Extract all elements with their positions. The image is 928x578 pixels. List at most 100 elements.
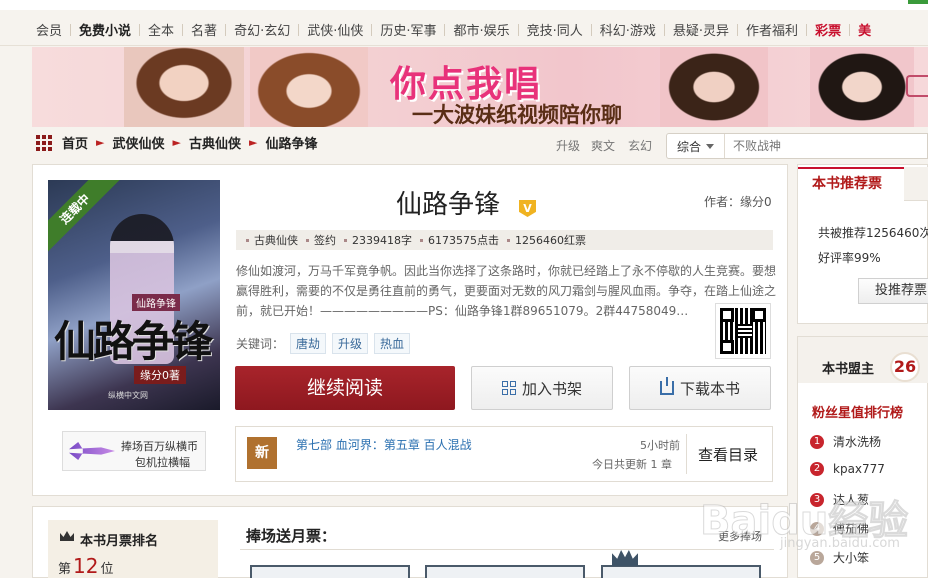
menu-grid-icon[interactable]	[36, 134, 52, 151]
quicklink-shuangwen[interactable]: 爽文	[591, 137, 615, 154]
continue-reading-button[interactable]: 继续阅读	[235, 366, 455, 410]
breadcrumb-subcategory[interactable]: 古典仙侠	[189, 133, 241, 152]
banner-photo-1	[124, 47, 244, 127]
meta-item[interactable]: 古典仙侠	[246, 232, 298, 248]
recommend-rating: 好评率99%	[818, 251, 881, 265]
book-description: 修仙如渡河，万马千军竟争帆。因此当你选择了这条路时，你就已经踏上了永不停歇的人生…	[236, 264, 777, 318]
meta-item: 1256460红票	[507, 232, 586, 248]
download-icon	[659, 377, 674, 395]
chevron-down-icon	[706, 143, 715, 149]
fan-name: kpax777	[833, 462, 885, 476]
nav-item[interactable]: 免费小说	[71, 20, 139, 39]
bookshelf-icon	[501, 381, 516, 395]
keywords-label: 关键词：	[236, 337, 285, 351]
mengzhu-label: 本书盟主	[822, 362, 875, 377]
qr-code	[715, 303, 771, 359]
meta-item: 签约	[306, 232, 336, 248]
promo-line-1: 捧场百万纵横币	[121, 440, 198, 453]
nav-item[interactable]: 全本	[140, 20, 182, 39]
quicklink-xuanhuan[interactable]: 玄幻	[628, 137, 652, 154]
nav-item[interactable]: 悬疑·灵异	[665, 20, 737, 39]
chevron-right-icon: ►	[172, 136, 181, 149]
banner-subline: 一大波妹纸视频陪你聊	[412, 103, 622, 127]
promo-line-2: 包机拉横幅	[135, 456, 190, 469]
quicklink-upgrade[interactable]: 升级	[556, 137, 580, 154]
divider	[686, 434, 687, 474]
fan-name: 大小笨	[833, 551, 870, 565]
latest-chapter-link[interactable]: 第七部 血河界：第五章 百人混战	[296, 436, 472, 453]
support-slot[interactable]	[250, 565, 410, 578]
cover-title: 仙路争锋	[54, 317, 213, 366]
support-title: 捧场送月票：	[246, 527, 337, 545]
fan-row[interactable]: 5 大小笨	[810, 549, 869, 566]
nav-item[interactable]: 都市·娱乐	[445, 20, 517, 39]
search-scope-select[interactable]: 综合	[667, 134, 726, 158]
download-label: 下载本书	[679, 379, 740, 398]
top-accent-bar	[908, 0, 928, 4]
nav-item[interactable]: 彩票	[807, 20, 849, 39]
chevron-right-icon: ►	[96, 136, 105, 149]
banner-edge-icon	[906, 75, 928, 97]
breadcrumb-category[interactable]: 武侠仙侠	[112, 133, 164, 152]
banner-photo-2	[250, 47, 368, 127]
book-meta-bar: 古典仙侠 签约 2339418字 6173575点击 1256460红票	[236, 230, 773, 250]
update-time: 5小时前	[640, 439, 680, 452]
fans-ranking-title: 粉丝星值排行榜	[812, 406, 904, 421]
keywords-row: 关键词： 唐劫 升级 热血	[236, 333, 411, 354]
tab-recommend-votes[interactable]: 本书推荐票	[798, 167, 904, 201]
support-slot[interactable]	[601, 565, 761, 578]
keyword-tag[interactable]: 升级	[332, 333, 369, 354]
nav-item[interactable]: 作者福利	[738, 20, 806, 39]
watermark-url: jingyan.baidu.com	[780, 536, 900, 551]
nav-item[interactable]: 奇幻·玄幻	[226, 20, 298, 39]
monthly-rank-title: 本书月票排名	[80, 534, 159, 549]
cover-publisher: 纵横中文网	[108, 391, 148, 400]
keyword-tag[interactable]: 唐劫	[290, 333, 327, 354]
tab-inactive[interactable]	[904, 167, 928, 201]
rank-number: 1	[810, 434, 824, 449]
breadcrumb: 首页 ► 武侠仙侠 ► 古典仙侠 ► 仙路争锋	[36, 133, 317, 152]
fan-row[interactable]: 2 kpax777	[810, 462, 885, 476]
breadcrumb-home[interactable]: 首页	[62, 133, 88, 152]
rank-number: 5	[810, 550, 824, 565]
divider	[240, 549, 774, 550]
today-update-count: 今日共更新 1 章	[592, 458, 672, 471]
nav-item[interactable]: 竞技·同人	[519, 20, 591, 39]
banner-photo-3	[660, 47, 768, 127]
promo-banner[interactable]: 捧场百万纵横币 包机拉横幅	[62, 431, 206, 471]
monthly-rank: 第 12 位	[58, 554, 114, 578]
banner-photo-4	[810, 47, 914, 127]
keyword-tag[interactable]: 热血	[374, 333, 411, 354]
nav-item[interactable]: 名著	[183, 20, 225, 39]
banner-ad[interactable]: 你点我唱 一大波妹纸视频陪你聊	[32, 47, 928, 127]
breadcrumb-current: 仙路争锋	[265, 137, 318, 152]
nav-item[interactable]: 武侠·仙侠	[299, 20, 371, 39]
search-input[interactable]	[725, 139, 906, 153]
nav-item[interactable]: 科幻·游戏	[592, 20, 664, 39]
search-box: 综合	[666, 133, 928, 159]
vote-recommend-button[interactable]: 投推荐票	[858, 278, 928, 304]
mengzhu-count: 26	[890, 352, 920, 382]
recommend-total: 共被推荐1256460次	[818, 226, 928, 240]
rank-value: 12	[73, 554, 99, 578]
download-book-button[interactable]: 下载本书	[629, 366, 771, 410]
author-link[interactable]: 作者：缘分0	[704, 193, 772, 210]
airplane-icon	[69, 442, 115, 460]
top-nav: 会员 免费小说 全本 名著 奇幻·玄幻 武侠·仙侠 历史·军事 都市·娱乐 竞技·同人 科幻·游戏…	[0, 0, 928, 46]
top-nav-items: 会员 免费小说 全本 名著 奇幻·玄幻 武侠·仙侠 历史·军事 都市·娱乐 竞技·同人 科幻·游戏…	[28, 20, 879, 39]
book-title: 仙路争锋	[396, 190, 501, 220]
fan-row[interactable]: 1 清水洗杨	[810, 433, 881, 450]
support-slot[interactable]	[425, 565, 585, 578]
latest-update-box	[235, 426, 773, 482]
nav-item[interactable]: 美	[850, 20, 879, 39]
nav-item[interactable]: 历史·军事	[372, 20, 444, 39]
view-catalog-link[interactable]: 查看目录	[698, 444, 758, 465]
new-badge: 新	[247, 437, 277, 469]
book-cover[interactable]: 连载中 仙路争锋 仙路争锋 缘分0著 纵横中文网	[48, 180, 220, 410]
add-to-shelf-button[interactable]: 加入书架	[471, 366, 613, 410]
meta-item: 6173575点击	[420, 232, 499, 248]
chevron-right-icon: ►	[248, 136, 258, 149]
rank-number: 2	[810, 462, 824, 476]
nav-item[interactable]: 会员	[28, 20, 70, 39]
add-to-shelf-label: 加入书架	[521, 379, 582, 398]
